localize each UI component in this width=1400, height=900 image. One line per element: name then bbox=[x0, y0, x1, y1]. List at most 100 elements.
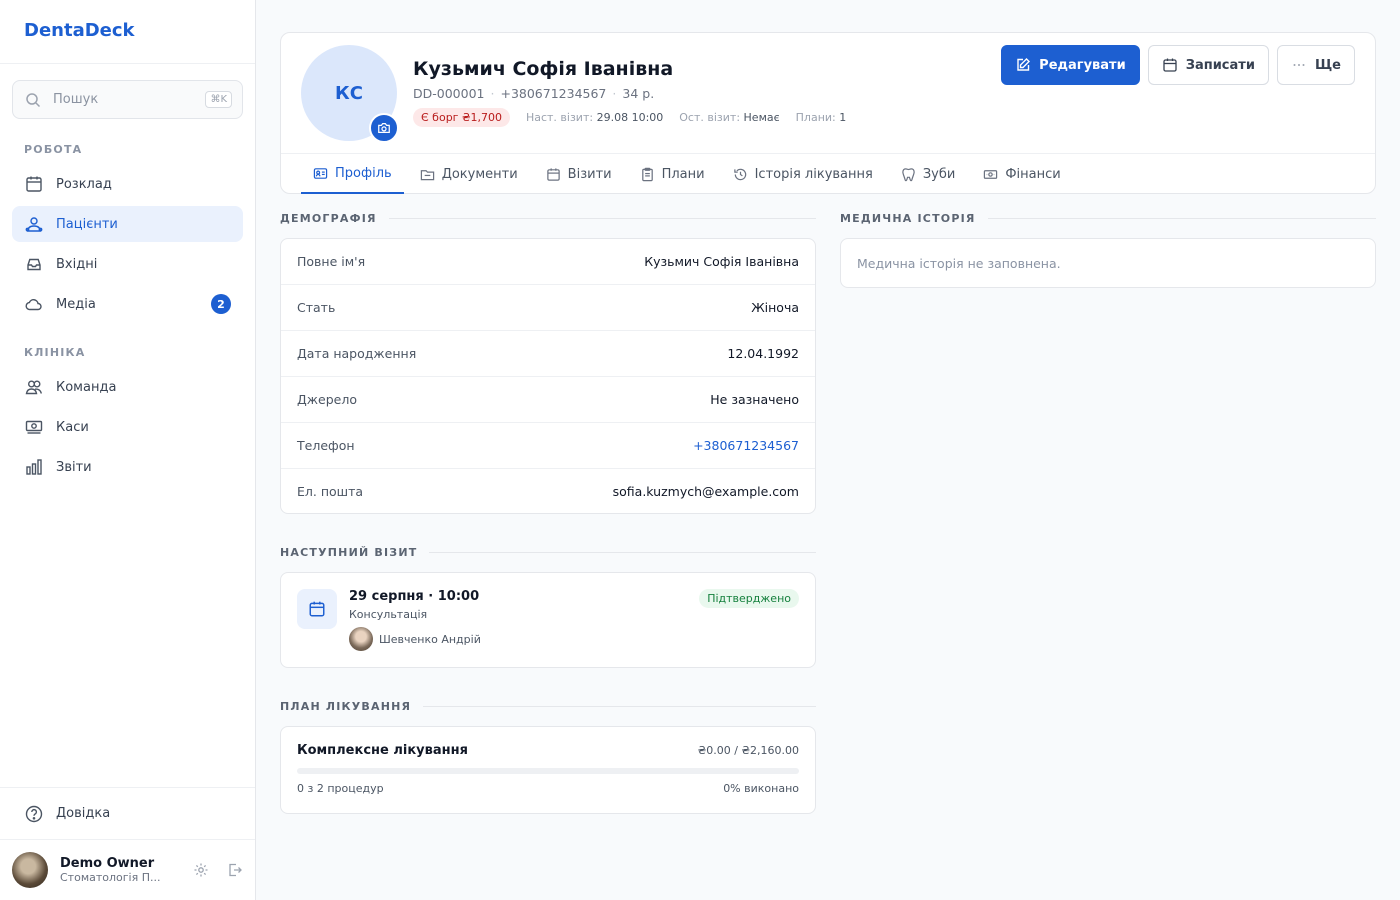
sidebar-item-patients[interactable]: Пацієнти bbox=[12, 206, 243, 242]
tab-finance[interactable]: Фінанси bbox=[971, 154, 1072, 194]
settings-gear-icon[interactable] bbox=[193, 862, 209, 878]
tab-plans[interactable]: Плани bbox=[628, 154, 717, 194]
treatment-plan-card[interactable]: Комплексне лікування ₴0.00 / ₴2,160.00 0… bbox=[280, 726, 816, 814]
tab-label: Фінанси bbox=[1005, 166, 1061, 182]
plan-sum: ₴0.00 / ₴2,160.00 bbox=[697, 744, 799, 757]
cloud-icon bbox=[24, 294, 44, 314]
sidebar-item-team[interactable]: Команда bbox=[12, 369, 243, 405]
tab-documents[interactable]: Документи bbox=[408, 154, 530, 194]
sidebar-item-label: Команда bbox=[56, 379, 117, 395]
section-label-clinic: КЛІНІКА bbox=[24, 346, 86, 359]
field-label: Ел. пошта bbox=[297, 483, 364, 499]
logout-icon[interactable] bbox=[227, 862, 243, 878]
separator-dot: · bbox=[612, 86, 617, 101]
calendar-icon bbox=[546, 167, 561, 182]
sidebar-item-reports[interactable]: Звіти bbox=[12, 449, 243, 485]
sidebar-item-label: Каси bbox=[56, 419, 89, 435]
medical-history-title-text: МЕДИЧНА ІСТОРІЯ bbox=[840, 211, 976, 225]
plans-label: Плани: bbox=[795, 111, 836, 124]
users-icon bbox=[24, 214, 44, 234]
change-photo-button[interactable] bbox=[369, 113, 399, 143]
more-button-label: Ще bbox=[1314, 57, 1341, 73]
tab-label: Документи bbox=[441, 166, 518, 182]
tab-treatment-history[interactable]: Історія лікування bbox=[721, 154, 885, 194]
patient-name: Кузьмич Софія Іванівна bbox=[413, 58, 674, 80]
sidebar-item-inbox[interactable]: Вхідні bbox=[12, 246, 243, 282]
main-content: КС Кузьмич Софія Іванівна DD-000001 · +380… bbox=[256, 0, 1400, 900]
medical-history-card: Медична історія не заповнена. bbox=[840, 238, 1376, 288]
plan-procedure-count: 0 з 2 процедур bbox=[297, 782, 384, 795]
sidebar-item-label: Звіти bbox=[56, 459, 92, 475]
right-column: МЕДИЧНА ІСТОРІЯ Медична історія не запов… bbox=[840, 210, 1376, 814]
tab-label: Профіль bbox=[335, 165, 392, 181]
tab-teeth[interactable]: Зуби bbox=[889, 154, 968, 194]
medical-history-empty: Медична історія не заповнена. bbox=[857, 255, 1061, 271]
demographics-row: Стать Жіноча bbox=[281, 285, 815, 331]
plans-stat: Плани: 1 bbox=[796, 111, 847, 124]
section-label-work: РОБОТА bbox=[24, 143, 83, 156]
plan-progress-bar bbox=[297, 768, 799, 774]
patient-stats: Є борг ₴1,700 Наст. візит: 29.08 10:00 О… bbox=[413, 108, 862, 127]
profile-columns: ДЕМОГРАФІЯ Повне ім'я Кузьмич Софія Іван… bbox=[280, 210, 1376, 814]
more-button[interactable]: Ще bbox=[1276, 45, 1355, 85]
doctor-name: Шевченко Андрій bbox=[379, 632, 481, 646]
left-column: ДЕМОГРАФІЯ Повне ім'я Кузьмич Софія Іван… bbox=[280, 210, 816, 814]
history-icon bbox=[733, 167, 748, 182]
phone-link[interactable]: +380671234567 bbox=[693, 438, 799, 453]
patient-meta: DD-000001 · +380671234567 · 34 р. bbox=[413, 86, 862, 101]
edit-button[interactable]: Редагувати bbox=[1001, 45, 1140, 85]
demographics-row: Ел. пошта sofia.kuzmych@example.com bbox=[281, 469, 815, 513]
next-visit-title-text: НАСТУПНИЙ ВІЗИТ bbox=[280, 545, 418, 559]
user-org: Стоматологія П... bbox=[60, 871, 161, 884]
demographics-row: Джерело Не зазначено bbox=[281, 377, 815, 423]
visit-datetime: 29 серпня · 10:00 bbox=[349, 589, 480, 604]
sidebar-item-label: Вхідні bbox=[56, 256, 98, 272]
sidebar-item-media[interactable]: Медіа 2 bbox=[12, 286, 243, 322]
sidebar-item-cash[interactable]: Каси bbox=[12, 409, 243, 445]
visit-type: Консультація bbox=[349, 608, 428, 621]
patient-phone[interactable]: +380671234567 bbox=[500, 86, 606, 101]
inbox-icon bbox=[24, 254, 44, 274]
sidebar-item-schedule[interactable]: Розклад bbox=[12, 166, 243, 202]
brand-logo[interactable]: DentaDeck bbox=[0, 0, 255, 64]
last-visit-stat: Ост. візит: Немає bbox=[679, 111, 779, 124]
field-label: Дата народження bbox=[297, 346, 417, 361]
book-button[interactable]: Записати bbox=[1147, 45, 1269, 85]
tab-profile[interactable]: Профіль bbox=[301, 154, 404, 194]
clipboard-icon bbox=[640, 167, 655, 182]
tab-label: Зуби bbox=[922, 166, 956, 182]
user-avatar[interactable] bbox=[12, 852, 48, 888]
demographics-row: Дата народження 12.04.1992 bbox=[281, 331, 815, 377]
separator-dot: · bbox=[490, 86, 495, 101]
plans-value: 1 bbox=[839, 111, 847, 124]
patient-id: DD-000001 bbox=[413, 86, 485, 101]
sidebar-item-label: Розклад bbox=[56, 176, 112, 192]
help-link[interactable]: Довідка bbox=[0, 787, 255, 839]
search-input[interactable]: Пошук ⌘K bbox=[12, 80, 243, 119]
demographics-card: Повне ім'я Кузьмич Софія Іванівна Стать … bbox=[280, 238, 816, 514]
book-button-label: Записати bbox=[1185, 57, 1255, 73]
field-label: Стать bbox=[297, 300, 336, 315]
treatment-plan-title-text: ПЛАН ЛІКУВАННЯ bbox=[280, 699, 412, 713]
user-panel: Demo Owner Стоматологія П... bbox=[0, 839, 255, 900]
field-value: Жіноча bbox=[751, 300, 799, 315]
field-label: Повне ім'я bbox=[297, 254, 366, 269]
field-value: sofia.kuzmych@example.com bbox=[612, 483, 799, 499]
search-icon bbox=[25, 92, 41, 108]
tab-visits[interactable]: Візити bbox=[534, 154, 624, 194]
demographics-title-text: ДЕМОГРАФІЯ bbox=[280, 211, 377, 225]
patient-age: 34 р. bbox=[622, 86, 655, 101]
patient-info: Кузьмич Софія Іванівна DD-000001 · +380671… bbox=[413, 58, 862, 127]
edit-button-label: Редагувати bbox=[1039, 57, 1126, 73]
sidebar-item-label: Пацієнти bbox=[56, 216, 118, 232]
last-visit-label: Ост. візит: bbox=[679, 111, 741, 124]
field-value: 12.04.1992 bbox=[727, 346, 799, 361]
next-visit-stat: Наст. візит: 29.08 10:00 bbox=[526, 111, 663, 124]
media-count-badge: 2 bbox=[211, 294, 231, 314]
next-visit-card[interactable]: 29 серпня · 10:00 Консультація Шевченко … bbox=[280, 572, 816, 668]
calendar-icon bbox=[1162, 57, 1178, 73]
search-placeholder: Пошук bbox=[53, 92, 99, 107]
calendar-icon bbox=[297, 589, 337, 629]
tab-label: Історія лікування bbox=[754, 166, 873, 182]
tab-label: Плани bbox=[661, 166, 705, 182]
